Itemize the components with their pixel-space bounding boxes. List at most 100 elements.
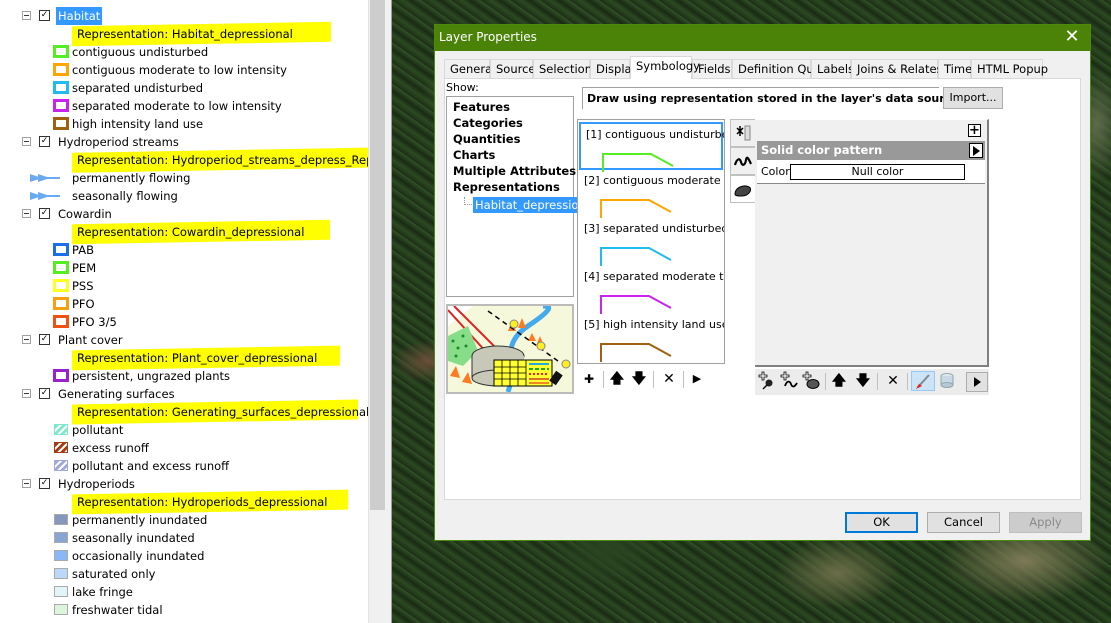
show-item-quantities[interactable]: Quantities — [453, 131, 520, 147]
collapse-toggle[interactable] — [22, 11, 31, 20]
move-up-button[interactable]: 🡅 — [607, 369, 627, 389]
representation-rule[interactable]: [1] contiguous undisturbed — [579, 122, 725, 172]
rule-label: [5] high intensity land use — [584, 318, 725, 331]
expand-properties-button[interactable]: + — [968, 124, 981, 137]
tab-general[interactable]: General — [444, 59, 495, 78]
legend-item: separated undisturbed — [0, 79, 368, 97]
show-item-multiple-attributes[interactable]: Multiple Attributes — [453, 163, 576, 179]
legend-item-label: excess runoff — [72, 441, 149, 455]
layers-menu-button[interactable] — [966, 372, 988, 392]
legend-item-label: PFO 3/5 — [72, 315, 117, 329]
collapse-toggle[interactable] — [22, 479, 31, 488]
legend-item-label: separated moderate to low intensity — [72, 99, 282, 113]
layer-name[interactable]: Habitat — [56, 7, 103, 25]
arrow-up-icon: 🡅 — [831, 373, 847, 389]
toc-scrollbar[interactable] — [368, 0, 392, 623]
draw-override-button[interactable] — [911, 371, 935, 391]
tab-display[interactable]: Display — [590, 59, 638, 78]
representation-row: Representation: Cowardin_depressional — [0, 219, 368, 245]
representation-rule[interactable]: [4] separated moderate to low — [579, 266, 724, 314]
tab-source[interactable]: Source — [490, 59, 536, 78]
symbol-layer-type-tabs — [730, 119, 756, 209]
description-box: Draw using representation stored in the … — [582, 87, 963, 109]
rule-label: [1] contiguous undisturbed — [586, 128, 725, 141]
tab-fill-layer[interactable] — [730, 175, 756, 203]
add-stroke-layer-button[interactable] — [779, 371, 799, 391]
apply-button[interactable]: Apply — [1009, 512, 1082, 533]
layer-name[interactable]: Hydroperiods — [58, 475, 135, 493]
collapse-toggle[interactable] — [22, 209, 31, 218]
representation-rule[interactable]: [2] contiguous moderate to low — [579, 170, 724, 218]
layer-name[interactable]: Hydroperiod streams — [58, 133, 179, 151]
dialog-titlebar[interactable]: Layer Properties ✕ — [435, 25, 1090, 51]
delete-layer-button[interactable]: ✕ — [883, 371, 903, 391]
representation-label: Representation: Generating_surfaces_depr… — [77, 405, 368, 419]
close-button[interactable]: ✕ — [1062, 27, 1082, 47]
add-fill-icon — [802, 371, 820, 389]
move-down-button[interactable]: 🡇 — [629, 369, 649, 389]
geometric-effect-icon — [736, 125, 751, 141]
layer-visibility-checkbox[interactable]: ✓ — [39, 10, 50, 21]
delete-rule-button[interactable]: ✕ — [659, 369, 679, 389]
representation-rule[interactable]: [3] separated undisturbed — [579, 218, 725, 266]
layer-visibility-checkbox[interactable]: ✓ — [39, 208, 50, 219]
layer-name[interactable]: Generating surfaces — [58, 385, 175, 403]
outline-swatch — [53, 99, 69, 112]
tab-selection[interactable]: Selection — [533, 59, 592, 78]
add-rule-button[interactable]: ✚ — [579, 369, 599, 389]
collapse-toggle[interactable] — [22, 137, 31, 146]
tab-definition-query[interactable]: Definition Query — [732, 59, 832, 78]
tab-time[interactable]: Time — [938, 59, 972, 78]
legend-item-label: seasonally flowing — [72, 189, 178, 203]
legend-item: high intensity land use — [0, 115, 368, 133]
database-override-button[interactable] — [937, 371, 957, 391]
color-picker-field[interactable]: Null color — [790, 164, 965, 180]
cancel-button[interactable]: Cancel — [927, 512, 1000, 533]
ok-button[interactable]: OK — [845, 512, 918, 533]
layer-name[interactable]: Cowardin — [58, 205, 112, 223]
collapse-toggle[interactable] — [22, 389, 31, 398]
add-marker-layer-button[interactable] — [757, 371, 777, 391]
tab-stroke-layer[interactable] — [730, 147, 756, 175]
show-item-charts[interactable]: Charts — [453, 147, 495, 163]
toc-scrollbar-thumb[interactable] — [370, 0, 385, 510]
layer-name[interactable]: Plant cover — [58, 331, 123, 349]
show-item-categories[interactable]: Categories — [453, 115, 523, 131]
legend-item-label: freshwater tidal — [72, 603, 163, 617]
import-button[interactable]: Import... — [943, 87, 1003, 109]
legend-item-label: persistent, ungrazed plants — [72, 369, 231, 383]
show-item-features[interactable]: Features — [453, 99, 510, 115]
tab-labels[interactable]: Labels — [811, 59, 854, 78]
rule-label: [3] separated undisturbed — [584, 222, 725, 235]
hatch-swatch — [54, 424, 68, 435]
stream-arrow-icon — [30, 174, 60, 182]
layer-visibility-checkbox[interactable]: ✓ — [39, 478, 50, 489]
tab-joins-relates[interactable]: Joins & Relates — [851, 59, 943, 78]
tab-html-popup[interactable]: HTML Popup — [971, 59, 1048, 78]
show-item-habitat-depressional[interactable]: Habitat_depressional — [464, 197, 598, 213]
add-fill-layer-button[interactable] — [801, 371, 821, 391]
symbol-layers-toolbar: 🡅 🡇 ✕ — [755, 369, 989, 395]
representation-row: Representation: Generating_surfaces_depr… — [0, 399, 368, 425]
show-item-representations[interactable]: Representations — [453, 179, 560, 195]
layer-move-down-button[interactable]: 🡇 — [853, 371, 873, 391]
layer-visibility-checkbox[interactable]: ✓ — [39, 334, 50, 345]
legend-item-label: PAB — [72, 243, 94, 257]
symbol-layer-menu-button[interactable] — [969, 143, 983, 158]
symbol-layer-header: Solid color pattern — [757, 141, 985, 160]
tab-symbology[interactable]: Symbology — [630, 56, 700, 79]
fill-swatch — [54, 550, 68, 561]
tab-geometric-effects[interactable] — [730, 119, 756, 147]
rule-label: [4] separated moderate to low — [584, 270, 724, 283]
rules-menu-button[interactable]: ▶ — [687, 369, 707, 389]
legend-item: excess runoff — [0, 439, 368, 457]
collapse-toggle[interactable] — [22, 335, 31, 344]
plus-icon: + — [969, 123, 980, 138]
fill-swatch — [54, 514, 68, 525]
layer-visibility-checkbox[interactable]: ✓ — [39, 136, 50, 147]
layer-visibility-checkbox[interactable]: ✓ — [39, 388, 50, 399]
legend-item-label: occasionally inundated — [72, 549, 205, 563]
legend-item: seasonally flowing — [0, 187, 368, 205]
layer-move-up-button[interactable]: 🡅 — [829, 371, 849, 391]
representation-rule[interactable]: [5] high intensity land use — [579, 314, 725, 362]
